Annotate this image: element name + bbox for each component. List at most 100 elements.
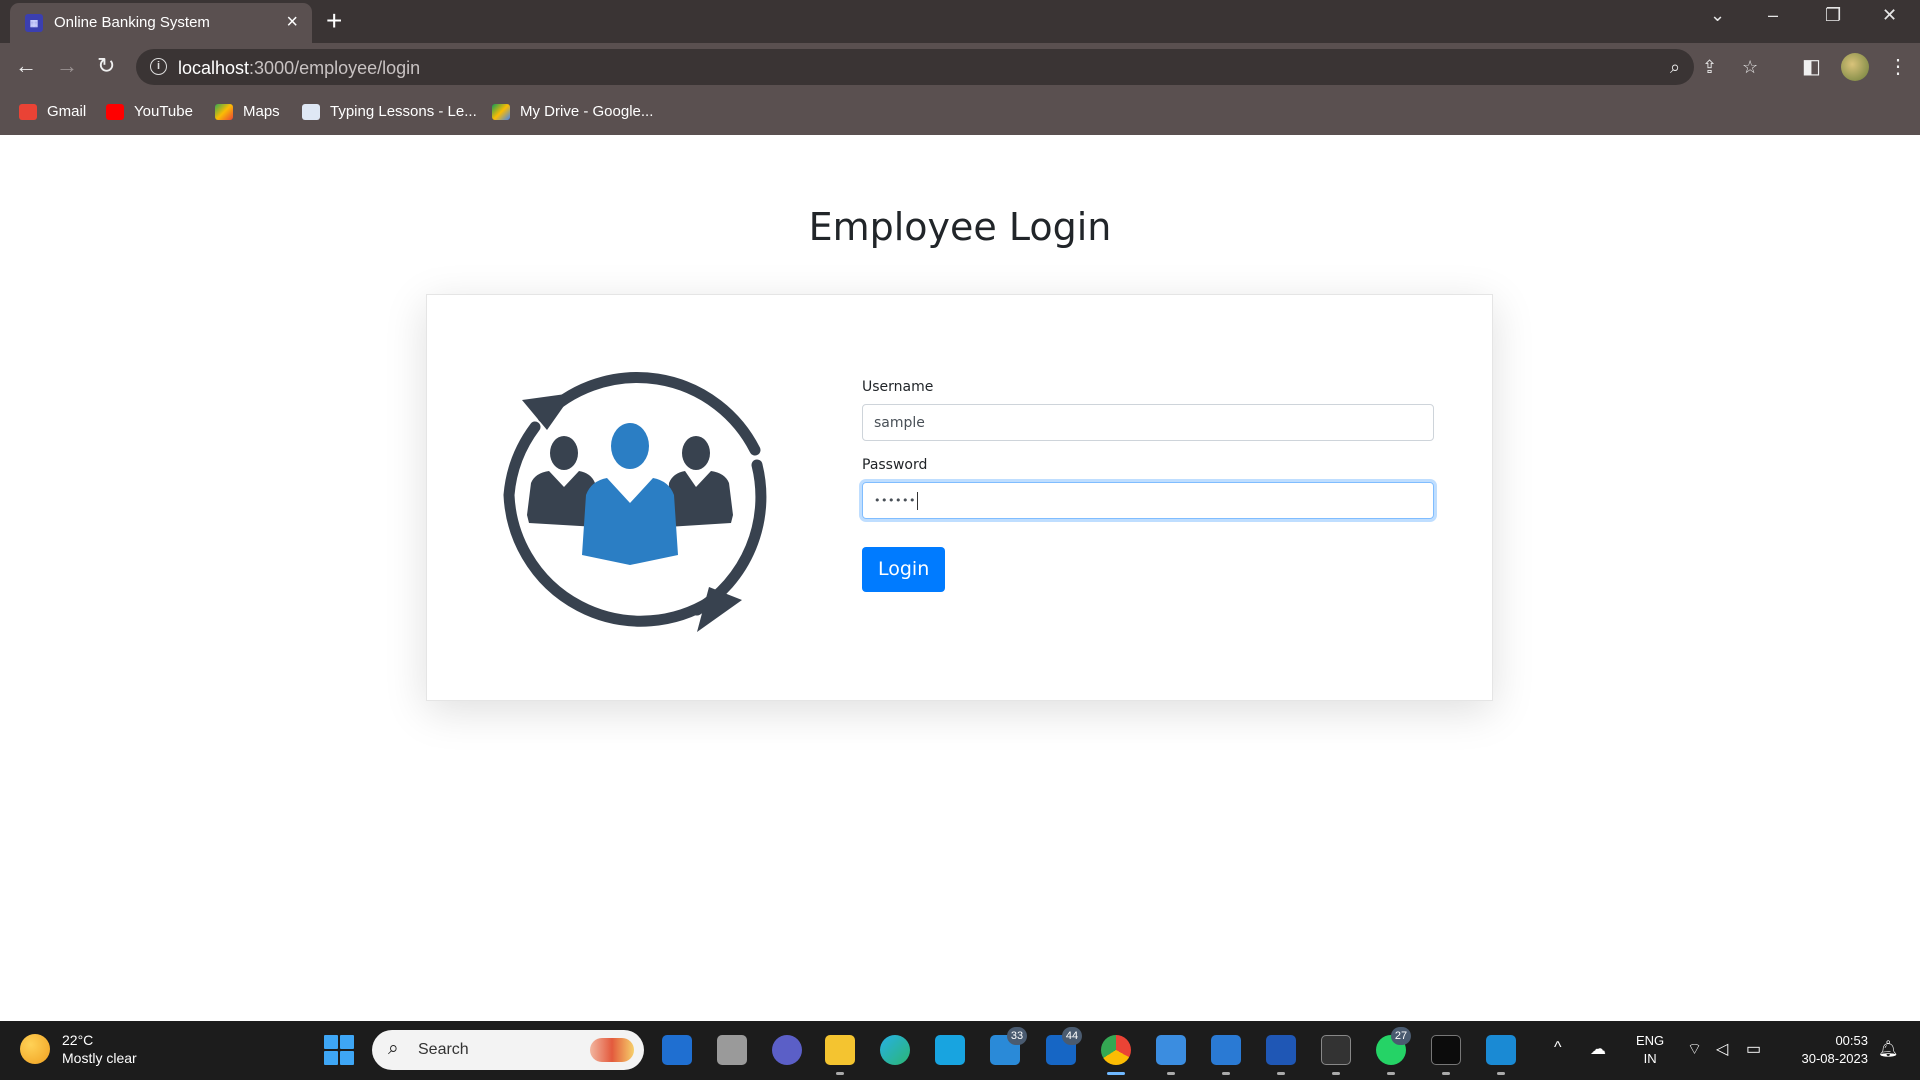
restore-icon[interactable]: ❐	[1825, 5, 1841, 26]
username-input[interactable]: sample	[862, 404, 1434, 441]
teams-chat-icon[interactable]	[772, 1035, 802, 1065]
edge-icon[interactable]	[880, 1035, 910, 1065]
language-indicator[interactable]: ENG IN	[1636, 1032, 1664, 1068]
username-label: Username	[862, 379, 934, 395]
gmail-icon	[19, 103, 37, 120]
bookmark-label: My Drive - Google...	[520, 103, 654, 120]
show-hidden-icons-icon[interactable]: ^	[1554, 1039, 1562, 1057]
browser-tab-strip: ▦ Online Banking System × + ⌄ – ❐ ✕	[0, 0, 1920, 43]
minimize-icon[interactable]: –	[1768, 5, 1778, 26]
photos-icon[interactable]	[1211, 1035, 1241, 1065]
edge-dev-icon[interactable]	[662, 1035, 692, 1065]
profile-avatar[interactable]	[1841, 53, 1869, 81]
search-highlight-icon	[590, 1038, 634, 1062]
windows-taskbar: 22°C Mostly clear ⌕ Search 33 44 27 ^ ☁ …	[0, 1021, 1920, 1080]
bookmark-youtube[interactable]: YouTube	[106, 103, 193, 120]
page-title: Employee Login	[808, 205, 1112, 249]
bookmarks-bar: Gmail YouTube Maps Typing Lessons - Le..…	[0, 91, 1920, 135]
terminal-icon[interactable]	[1431, 1035, 1461, 1065]
running-indicator	[1387, 1072, 1395, 1075]
mysql-icon[interactable]	[1321, 1035, 1351, 1065]
volume-icon[interactable]: ◁	[1716, 1039, 1728, 1059]
side-panel-icon[interactable]: ◧	[1802, 54, 1821, 79]
menu-kebab-icon[interactable]: ⋮	[1888, 54, 1908, 79]
window-close-icon[interactable]: ✕	[1882, 5, 1897, 26]
bookmark-my-drive[interactable]: My Drive - Google...	[492, 103, 653, 120]
bookmark-star-icon[interactable]: ☆	[1742, 57, 1758, 78]
running-indicator	[836, 1072, 844, 1075]
forward-icon[interactable]: →	[56, 54, 78, 78]
url-path: :3000/employee/login	[249, 58, 421, 78]
password-label: Password	[862, 457, 928, 473]
url-host: localhost	[178, 58, 250, 78]
back-icon[interactable]: ←	[15, 54, 37, 78]
login-card: Username sample Password •••••• Login	[426, 294, 1493, 701]
drive-icon	[492, 103, 510, 120]
clock-time: 00:53	[1835, 1033, 1868, 1048]
whatsapp-badge: 27	[1391, 1027, 1411, 1045]
running-indicator	[1277, 1072, 1285, 1075]
lang-top: ENG	[1636, 1033, 1665, 1048]
zoom-icon[interactable]: ⌕	[1670, 57, 1680, 78]
site-info-icon[interactable]: i	[150, 58, 167, 75]
l-app-icon[interactable]	[935, 1035, 965, 1065]
text-caret	[916, 491, 918, 510]
task-view-icon[interactable]	[717, 1035, 747, 1065]
outlook-badge: 44	[1062, 1027, 1082, 1045]
search-placeholder: Search	[418, 1041, 469, 1058]
tab-search-icon[interactable]: ⌄	[1710, 5, 1725, 26]
bookmark-typing-lessons[interactable]: Typing Lessons - Le...	[302, 103, 477, 120]
bookmark-maps[interactable]: Maps	[215, 103, 280, 120]
running-indicator	[1107, 1072, 1125, 1075]
typing-icon	[302, 103, 320, 120]
battery-icon[interactable]: ▭	[1746, 1039, 1761, 1059]
wifi-icon[interactable]: ⌔	[1687, 1039, 1702, 1059]
browser-toolbar: ← → ↻ i localhost:3000/employee/login ⌕ …	[0, 43, 1920, 91]
start-windows-icon[interactable]	[324, 1035, 354, 1065]
notepad-icon[interactable]	[1156, 1035, 1186, 1065]
address-url[interactable]: localhost:3000/employee/login	[178, 58, 420, 79]
search-icon: ⌕	[388, 1038, 399, 1059]
notification-bell-icon[interactable]: 🔔︎	[1878, 1039, 1898, 1059]
weather-temp: 22°C	[62, 1032, 94, 1048]
new-tab-icon[interactable]: +	[326, 6, 342, 36]
login-form: Username sample Password •••••• Login	[862, 379, 1434, 592]
browser-tab[interactable]: ▦ Online Banking System ×	[10, 3, 312, 43]
running-indicator	[1167, 1072, 1175, 1075]
weather-moon-icon	[20, 1034, 50, 1064]
word-icon[interactable]	[1266, 1035, 1296, 1065]
onedrive-cloud-icon[interactable]: ☁	[1590, 1039, 1606, 1059]
bank-favicon-icon: ▦	[25, 14, 43, 32]
address-bar[interactable]: i localhost:3000/employee/login ⌕ ⇪ ☆	[136, 49, 1758, 85]
running-indicator	[1497, 1072, 1505, 1075]
bookmark-label: Typing Lessons - Le...	[330, 103, 477, 120]
file-explorer-icon[interactable]	[825, 1035, 855, 1065]
page-viewport: Employee Login Username sample Password	[0, 135, 1920, 1021]
running-indicator	[1442, 1072, 1450, 1075]
lang-bottom: IN	[1643, 1051, 1657, 1066]
bookmark-label: YouTube	[134, 103, 193, 120]
weather-desc: Mostly clear	[62, 1050, 137, 1066]
weather-widget[interactable]: 22°C Mostly clear	[20, 1031, 137, 1067]
bookmark-label: Gmail	[47, 103, 87, 120]
taskbar-search[interactable]: ⌕ Search	[372, 1030, 644, 1070]
system-clock[interactable]: 00:53 30-08-2023	[1782, 1032, 1869, 1068]
running-indicator	[1332, 1072, 1340, 1075]
reload-icon[interactable]: ↻	[97, 54, 115, 78]
chrome-icon[interactable]	[1101, 1035, 1131, 1065]
vscode-icon[interactable]	[1486, 1035, 1516, 1065]
mail-badge: 33	[1007, 1027, 1027, 1045]
clock-date: 30-08-2023	[1801, 1051, 1869, 1066]
tab-close-icon[interactable]: ×	[286, 12, 298, 32]
maps-icon	[215, 103, 233, 120]
youtube-icon	[106, 103, 124, 120]
team-cycle-icon	[503, 372, 767, 632]
password-input[interactable]: ••••••	[862, 482, 1434, 519]
bookmark-gmail[interactable]: Gmail	[19, 103, 86, 120]
running-indicator	[1222, 1072, 1230, 1075]
login-button[interactable]: Login	[862, 547, 946, 592]
share-icon[interactable]: ⇪	[1702, 57, 1717, 78]
tab-title: Online Banking System	[54, 14, 210, 31]
password-value: ••••••	[874, 494, 916, 507]
username-value: sample	[874, 414, 925, 431]
